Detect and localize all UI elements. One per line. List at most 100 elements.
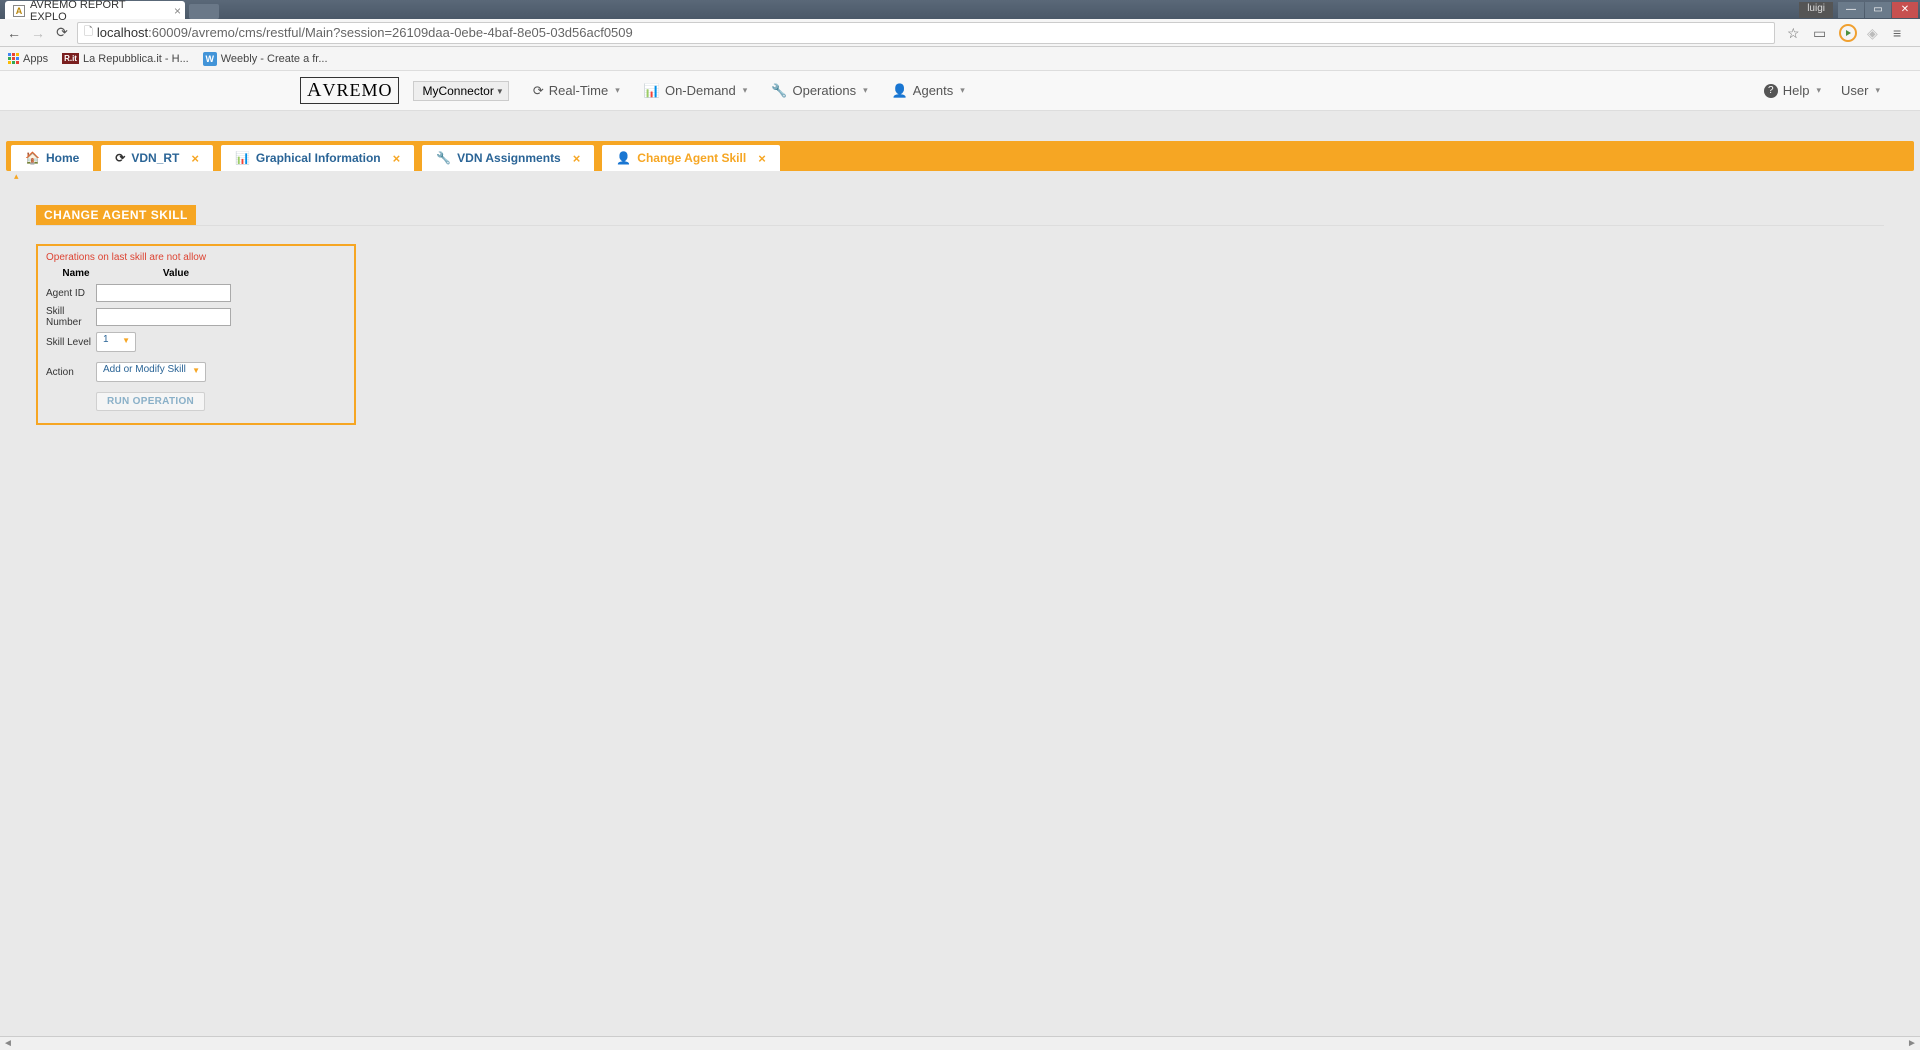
apps-icon bbox=[8, 53, 19, 64]
forward-button[interactable]: → bbox=[29, 24, 47, 42]
weebly-icon: W bbox=[203, 52, 217, 66]
label-skill-level: Skill Level bbox=[46, 337, 96, 348]
horizontal-scrollbar[interactable]: ◄ ► bbox=[0, 1036, 1920, 1050]
column-header-value: Value bbox=[106, 268, 246, 279]
run-operation-button[interactable]: RUN OPERATION bbox=[96, 392, 205, 411]
page-icon: 🗋 bbox=[84, 23, 93, 42]
content-area: CHANGE AGENT SKILL Operations on last sk… bbox=[0, 181, 1920, 449]
nav-help[interactable]: ? Help ▾ bbox=[1764, 83, 1821, 98]
user-badge[interactable]: luigi bbox=[1799, 2, 1833, 18]
nav-label: Agents bbox=[913, 83, 953, 98]
device-icon[interactable]: ▭ bbox=[1813, 25, 1829, 41]
bookmarks-bar: Apps R.it La Repubblica.it - H... W Weeb… bbox=[0, 47, 1920, 71]
help-icon: ? bbox=[1764, 84, 1778, 98]
browser-toolbar: ← → ⟳ 🗋 localhost:60009/avremo/cms/restf… bbox=[0, 19, 1920, 47]
action-select[interactable]: Add or Modify Skill bbox=[96, 362, 206, 382]
bookmark-label: La Repubblica.it - H... bbox=[83, 53, 189, 65]
close-icon[interactable]: × bbox=[191, 151, 199, 166]
tab-label: Graphical Information bbox=[256, 151, 381, 165]
caret-down-icon: ▾ bbox=[1875, 85, 1880, 96]
tab-label: Change Agent Skill bbox=[637, 151, 746, 165]
wrench-icon: 🔧 bbox=[771, 83, 787, 99]
chart-icon: 📊 bbox=[644, 83, 660, 99]
bookmark-apps[interactable]: Apps bbox=[8, 53, 48, 65]
bookmark-label: Apps bbox=[23, 53, 48, 65]
tab-graphical-info[interactable]: 📊 Graphical Information × bbox=[220, 144, 415, 171]
connector-select[interactable]: MyConnector bbox=[413, 81, 508, 101]
menu-icon[interactable]: ≡ bbox=[1893, 25, 1909, 41]
label-agent-id: Agent ID bbox=[46, 288, 96, 299]
person-icon: 👤 bbox=[892, 83, 908, 99]
maximize-button[interactable]: ▭ bbox=[1865, 2, 1891, 18]
tab-change-agent-skill[interactable]: 👤 Change Agent Skill × bbox=[601, 144, 780, 171]
favicon-icon: A bbox=[13, 5, 25, 17]
extension-icon[interactable]: ◈ bbox=[1867, 25, 1883, 41]
nav-operations[interactable]: 🔧 Operations ▾ bbox=[771, 83, 867, 99]
tab-home[interactable]: 🏠 Home bbox=[10, 144, 94, 171]
caret-down-icon: ▾ bbox=[615, 85, 620, 96]
close-icon[interactable]: × bbox=[758, 151, 766, 166]
browser-tab-title: AVREMO REPORT EXPLO bbox=[30, 0, 165, 23]
close-icon[interactable]: × bbox=[174, 4, 181, 18]
nav-label: On-Demand bbox=[665, 83, 736, 98]
minimize-button[interactable]: ― bbox=[1838, 2, 1864, 18]
collapse-toggle[interactable]: ▴ bbox=[6, 171, 1914, 181]
repubblica-icon: R.it bbox=[62, 53, 79, 64]
wrench-icon: 🔧 bbox=[436, 151, 451, 165]
scroll-right-arrow[interactable]: ► bbox=[1904, 1037, 1920, 1050]
tab-label: Home bbox=[46, 151, 79, 165]
person-icon: 👤 bbox=[616, 151, 631, 165]
back-button[interactable]: ← bbox=[5, 24, 23, 42]
nav-label: Operations bbox=[792, 83, 856, 98]
home-icon: 🏠 bbox=[25, 151, 40, 165]
close-window-button[interactable]: ✕ bbox=[1892, 2, 1918, 18]
nav-label: Help bbox=[1783, 83, 1810, 98]
form-header: Name Value bbox=[46, 267, 346, 280]
tab-vdn-rt[interactable]: ⟳ VDN_RT × bbox=[100, 144, 214, 171]
nav-ondemand[interactable]: 📊 On-Demand ▾ bbox=[644, 83, 748, 99]
url-bar[interactable]: 🗋 localhost:60009/avremo/cms/restful/Mai… bbox=[77, 22, 1775, 44]
new-tab-button[interactable] bbox=[189, 4, 219, 19]
caret-down-icon: ▾ bbox=[743, 85, 748, 96]
nav-user[interactable]: User ▾ bbox=[1841, 83, 1880, 98]
app-logo: AVREMO bbox=[300, 77, 399, 104]
reload-button[interactable]: ⟳ bbox=[53, 24, 71, 42]
url-path: :60009/avremo/cms/restful/Main?session=2… bbox=[148, 25, 633, 40]
play-icon[interactable] bbox=[1839, 24, 1857, 42]
tab-strip: 🏠 Home ⟳ VDN_RT × 📊 Graphical Informatio… bbox=[6, 141, 1914, 171]
close-icon[interactable]: × bbox=[393, 151, 401, 166]
bookmark-weebly[interactable]: W Weebly - Create a fr... bbox=[203, 52, 328, 66]
nav-label: User bbox=[1841, 83, 1868, 98]
browser-tab[interactable]: A AVREMO REPORT EXPLO × bbox=[5, 1, 185, 19]
label-skill-number: Skill Number bbox=[46, 306, 96, 328]
app-header: AVREMO MyConnector ⟳ Real-Time ▾ 📊 On-De… bbox=[0, 71, 1920, 111]
form-row-skill-number: Skill Number bbox=[46, 306, 346, 328]
form-row-skill-level: Skill Level 1 bbox=[46, 332, 346, 352]
url-host: localhost bbox=[97, 25, 148, 40]
label-action: Action bbox=[46, 367, 96, 378]
scroll-track[interactable] bbox=[16, 1037, 1904, 1050]
divider bbox=[36, 225, 1884, 226]
form-row-agent-id: Agent ID bbox=[46, 284, 346, 302]
refresh-icon: ⟳ bbox=[533, 83, 544, 99]
caret-down-icon: ▾ bbox=[960, 85, 965, 96]
bookmark-repubblica[interactable]: R.it La Repubblica.it - H... bbox=[62, 53, 189, 65]
bookmark-label: Weebly - Create a fr... bbox=[221, 53, 328, 65]
tab-label: VDN Assignments bbox=[457, 151, 561, 165]
nav-label: Real-Time bbox=[549, 83, 608, 98]
close-icon[interactable]: × bbox=[573, 151, 581, 166]
star-icon[interactable]: ☆ bbox=[1787, 25, 1803, 41]
scroll-left-arrow[interactable]: ◄ bbox=[0, 1037, 16, 1050]
warning-message: Operations on last skill are not allow bbox=[46, 252, 346, 263]
refresh-icon: ⟳ bbox=[115, 151, 125, 165]
nav-realtime[interactable]: ⟳ Real-Time ▾ bbox=[533, 83, 620, 99]
browser-titlebar: A AVREMO REPORT EXPLO × luigi ― ▭ ✕ bbox=[0, 0, 1920, 19]
tab-vdn-assignments[interactable]: 🔧 VDN Assignments × bbox=[421, 144, 595, 171]
skill-level-select[interactable]: 1 bbox=[96, 332, 136, 352]
caret-down-icon: ▾ bbox=[1816, 85, 1821, 96]
chart-icon: 📊 bbox=[235, 151, 250, 165]
nav-agents[interactable]: 👤 Agents ▾ bbox=[892, 83, 965, 99]
caret-down-icon: ▾ bbox=[863, 85, 868, 96]
agent-id-input[interactable] bbox=[96, 284, 231, 302]
skill-number-input[interactable] bbox=[96, 308, 231, 326]
